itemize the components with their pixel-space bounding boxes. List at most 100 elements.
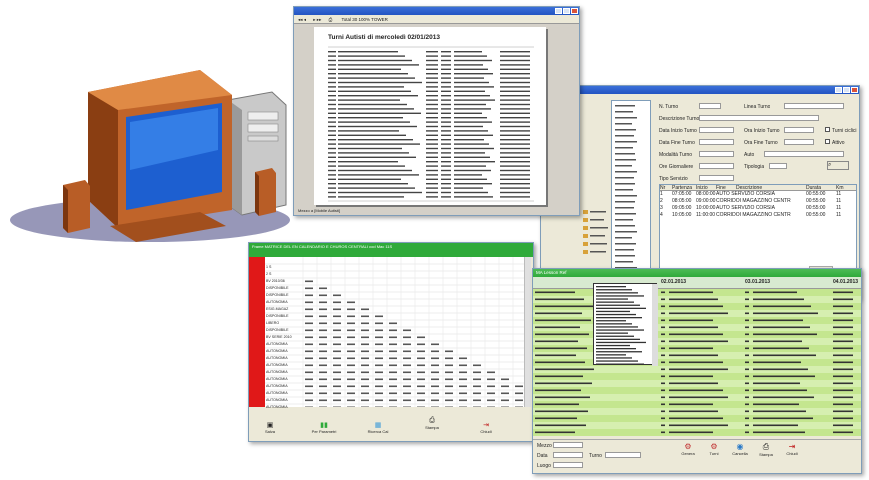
- minimize-icon[interactable]: [555, 8, 562, 14]
- schedule-date-header: 02.01.2013 03.01.2013 04.01.2013: [533, 277, 861, 289]
- report-page: Turni Autisti di mercoledì 02/01/2013: [314, 27, 546, 205]
- grid-titlebar: Frame MATRICE DEL EN CALENDARIO E CHUROS…: [249, 243, 533, 250]
- grid-row-label: DISPONIBILE: [266, 293, 289, 297]
- parametri-button[interactable]: ▮▮ Per Parametri: [311, 411, 337, 441]
- grid-row-label: ESIG.MAGAZ: [266, 307, 289, 311]
- turno-field[interactable]: [605, 452, 641, 458]
- stampa-button[interactable]: ⎙ Stampa: [756, 442, 776, 457]
- genera-button[interactable]: ⚙ Genera: [678, 442, 698, 457]
- cell-end: 09:00:00: [696, 198, 716, 204]
- report-footer: Mezzo a [Mobile Autisti]: [298, 208, 341, 213]
- detail-grid[interactable]: Nr Partenza Inizio Fine Descrizione Dura…: [659, 184, 857, 274]
- chiudi-button[interactable]: ⇥ Chiudi: [473, 411, 499, 441]
- schedule-window: MA Lesson Ref 02.01.2013 03.01.2013 04.0…: [532, 268, 862, 474]
- nav-last-icon[interactable]: ▸ ▸▸: [313, 17, 321, 22]
- cell-end: 10:00:00: [696, 205, 716, 211]
- data-inizio-field[interactable]: [699, 127, 734, 133]
- table-row[interactable]: 3 09:05:00 10:00:00 AUTO SERVIZIO CORSIA…: [660, 205, 856, 212]
- descrizione-field[interactable]: [699, 115, 819, 121]
- grid-row-label: AUTONOMIA: [266, 363, 288, 367]
- label-auto: Auto: [744, 152, 755, 158]
- schedule-title: MA Lesson Ref: [536, 270, 567, 275]
- col-durata: Durata: [806, 185, 822, 191]
- cell-nr: 1: [660, 191, 663, 197]
- cancella-button[interactable]: ◉ Cancella: [730, 442, 750, 457]
- schedule-grid[interactable]: [533, 289, 862, 437]
- salva-label: Salva: [264, 429, 275, 434]
- footer-label-mezzo: Mezzo: [537, 443, 552, 449]
- stampa-label: Stampa: [425, 425, 439, 430]
- col-partenza: Partenza: [672, 185, 693, 191]
- autisti-dropdown[interactable]: [593, 283, 658, 366]
- auto-field[interactable]: [764, 151, 844, 157]
- exit-icon: ⇥: [483, 422, 489, 429]
- table-row[interactable]: 1 07:05:00 08:00:00 AUTO SERVIZIO CORSIA…: [660, 191, 856, 198]
- grid-row-label: AUTONOMIA: [266, 300, 288, 304]
- grid-row-label: AUTONOMIA: [266, 342, 288, 346]
- data-fine-field[interactable]: [699, 139, 734, 145]
- grid-row-label: LIBERO: [266, 321, 280, 325]
- grid-row-label: AUTONOMIA: [266, 398, 288, 402]
- shift-icon: ⚙: [710, 442, 718, 451]
- grid-body[interactable]: 1 S 2 S BV 2010/36 DISPONIBILE DISPONIBILE AU…: [249, 257, 525, 409]
- chiudi-button[interactable]: ⇥ Chiudi: [782, 442, 802, 457]
- exit-icon: ⇥: [788, 442, 796, 451]
- linea-turno-field[interactable]: [784, 103, 844, 109]
- computer-illustration: [0, 0, 300, 260]
- data-field[interactable]: [553, 452, 583, 458]
- cell-end: 11:00:00: [696, 212, 716, 218]
- attivo-checkbox[interactable]: [825, 139, 830, 144]
- table-row[interactable]: 4 10:05:00 11:00:00 CORRIDOI MAGAZZINO C…: [660, 212, 856, 219]
- search-button[interactable]: ⌕: [827, 161, 849, 170]
- label-data-inizio: Data Inizio Turno: [659, 128, 697, 134]
- stampa-button[interactable]: ⎙ Stampa: [419, 411, 445, 441]
- col-fine: Fine: [716, 185, 726, 191]
- schedule-buttons: ⚙ Genera ⚙ Turni ◉ Cancella ⎙ Stampa ⇥ Chiudi: [678, 442, 802, 457]
- schedule-footer: Mezzo Data Luogo Turno ⚙ Genera ⚙ Turni ◉ C…: [533, 439, 861, 473]
- report-window: ◂◂ ◂ ▸ ▸▸ ⎙ Total 30 100% TOWER Turni Au…: [293, 6, 580, 216]
- chart-icon: ▮▮: [320, 422, 328, 429]
- schedule-titlebar: MA Lesson Ref: [533, 269, 861, 277]
- stampa-label: Stampa: [759, 452, 773, 457]
- label-linea-turno: Linea Turno: [744, 104, 771, 110]
- luogo-field[interactable]: [553, 462, 583, 468]
- grid-window: Frame MATRICE DEL EN CALENDARIO E CHUROS…: [248, 242, 534, 442]
- mezzo-field[interactable]: [553, 442, 583, 448]
- label-ore-giornaliere: Ore Giornaliere: [659, 164, 694, 170]
- toolbar-text: Total 30 100% TOWER: [341, 17, 388, 22]
- footer-label-luogo: Luogo: [537, 463, 551, 469]
- ricerca-button[interactable]: ▦ Ricerca Cal: [365, 411, 391, 441]
- turni-ciclici-checkbox[interactable]: [825, 127, 830, 132]
- cell-end: 08:00:00: [696, 191, 716, 197]
- modalita-field[interactable]: [699, 151, 734, 157]
- grid-row-label: DISPONIBILE: [266, 328, 289, 332]
- ore-giornaliere-field[interactable]: [699, 163, 734, 169]
- close-icon[interactable]: [851, 87, 858, 93]
- turni-label: Turni: [709, 451, 719, 456]
- grid-scrollbar[interactable]: [524, 257, 531, 407]
- date-header-3: 04.01.2013: [833, 279, 859, 285]
- save-icon: ▣: [266, 422, 274, 429]
- label-ora-inizio: Ora Inizio Turno: [744, 128, 780, 134]
- calendar-icon: ▦: [374, 422, 382, 429]
- tipologia-field[interactable]: [769, 163, 787, 169]
- minimize-icon[interactable]: [835, 87, 842, 93]
- turni-button[interactable]: ⚙ Turni: [704, 442, 724, 457]
- ora-fine-field[interactable]: [784, 139, 814, 145]
- grid-row-label: BV 2010/36: [266, 279, 285, 283]
- table-row[interactable]: 2 08:05:00 09:00:00 CORRIDOI MAGAZZINO C…: [660, 198, 856, 205]
- cell-dur: 00:55:00: [806, 212, 826, 218]
- close-icon[interactable]: [571, 8, 578, 14]
- maximize-icon[interactable]: [563, 8, 570, 14]
- ora-inizio-field[interactable]: [784, 127, 814, 133]
- cancella-label: Cancella: [732, 451, 748, 456]
- maximize-icon[interactable]: [843, 87, 850, 93]
- tipo-servizio-field[interactable]: [699, 175, 734, 181]
- nav-first-icon[interactable]: ◂◂ ◂: [298, 17, 306, 22]
- grid-header-row: [249, 250, 533, 257]
- grid-row-label: AUTONOMIA: [266, 377, 288, 381]
- n-turno-field[interactable]: [699, 103, 721, 109]
- print-icon[interactable]: ⎙: [329, 17, 333, 22]
- salva-button[interactable]: ▣ Salva: [257, 411, 283, 441]
- grid-row-label: AUTONOMIA: [266, 391, 288, 395]
